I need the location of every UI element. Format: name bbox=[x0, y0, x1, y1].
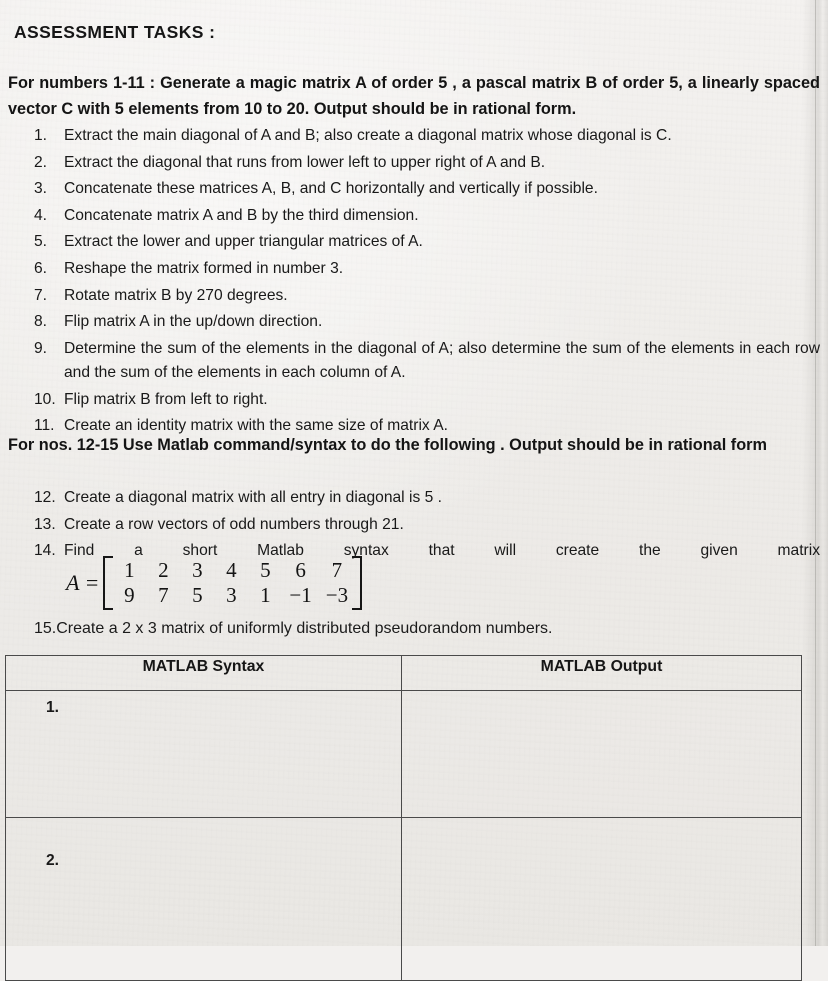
list-item: 13. Create a row vectors of odd numbers … bbox=[34, 513, 820, 537]
matrix-cell: −1 bbox=[289, 583, 312, 607]
list-item: 15. Create a 2 x 3 matrix of uniformly d… bbox=[34, 620, 820, 638]
page-title: ASSESSMENT TASKS : bbox=[14, 22, 216, 42]
matrix-row: 1 2 3 4 5 6 7 bbox=[112, 558, 355, 583]
task-number: 3. bbox=[34, 180, 48, 198]
task-text: Extract the diagonal that runs from lowe… bbox=[64, 153, 546, 171]
task-number: 7. bbox=[34, 286, 48, 304]
task-text: Create a row vectors of odd numbers thro… bbox=[64, 515, 404, 533]
task-text: Reshape the matrix formed in number 3. bbox=[64, 259, 344, 277]
task-number: 14. bbox=[34, 542, 56, 560]
matrix-cell: 3 bbox=[192, 558, 203, 582]
task-text: Extract the main diagonal of A and B; al… bbox=[64, 127, 672, 144]
matrix-cell: 2 bbox=[158, 558, 169, 582]
task-text: Flip matrix A in the up/down direction. bbox=[64, 313, 323, 331]
task-text: Concatenate these matrices A, B, and C h… bbox=[64, 180, 598, 198]
intro-paragraph-2: For nos. 12-15 Use Matlab command/syntax… bbox=[8, 436, 767, 454]
list-item: 3. Concatenate these matrices A, B, and … bbox=[34, 177, 820, 201]
task-text: Extract the lower and upper triangular m… bbox=[64, 233, 423, 251]
matrix-cell: 9 bbox=[124, 583, 135, 607]
answer-table-body: 1. 2. bbox=[5, 690, 802, 981]
task-text: Rotate matrix B by 270 degrees. bbox=[64, 286, 288, 304]
list-item: 5. Extract the lower and upper triangula… bbox=[34, 230, 820, 254]
answer-syntax-cell-2[interactable]: 2. bbox=[5, 817, 402, 981]
row-label: 2. bbox=[46, 852, 60, 869]
matrix-cell: 4 bbox=[226, 558, 237, 582]
matrix-cell: 6 bbox=[295, 558, 306, 582]
list-item: 9. Determine the sum of the elements in … bbox=[34, 337, 820, 385]
task-list-group-2: 12. Create a diagonal matrix with all en… bbox=[34, 486, 820, 566]
task-number: 6. bbox=[34, 259, 48, 277]
task-15-wrapper: 15. Create a 2 x 3 matrix of uniformly d… bbox=[34, 620, 820, 638]
list-item: 12. Create a diagonal matrix with all en… bbox=[34, 486, 820, 510]
table-header-row: MATLAB Syntax MATLAB Output bbox=[5, 655, 802, 691]
column-header-matlab-output: MATLAB Output bbox=[401, 655, 802, 691]
task-number: 9. bbox=[34, 339, 48, 357]
matrix-cell: 5 bbox=[260, 558, 271, 582]
list-item: 4. Concatenate matrix A and B by the thi… bbox=[34, 204, 820, 228]
table-row: 1. bbox=[5, 690, 802, 818]
matrix-row: 9 7 5 3 1 −1 −3 bbox=[112, 583, 355, 608]
row-label: 1. bbox=[46, 699, 60, 716]
matrix-a-display: A = 1 2 3 4 5 6 7 9 7 5 3 1 −1 −3 bbox=[66, 556, 362, 610]
matrix-brackets: 1 2 3 4 5 6 7 9 7 5 3 1 −1 −3 bbox=[103, 556, 362, 610]
column-header-matlab-syntax: MATLAB Syntax bbox=[5, 655, 402, 691]
task-number: 1. bbox=[34, 127, 48, 144]
table-row: 2. bbox=[5, 817, 802, 981]
task-number: 15. bbox=[34, 620, 57, 637]
list-item: 1. Extract the main diagonal of A and B;… bbox=[34, 124, 820, 148]
matrix-cell: 1 bbox=[124, 558, 135, 582]
matrix-cell: 5 bbox=[192, 583, 203, 607]
task-number: 12. bbox=[34, 489, 56, 506]
answer-output-cell-2[interactable] bbox=[401, 817, 802, 981]
intro-paragraph-1: For numbers 1-11 : Generate a magic matr… bbox=[8, 74, 820, 118]
task-text: Flip matrix B from left to right. bbox=[64, 390, 268, 408]
list-item: 10. Flip matrix B from left to right. bbox=[34, 388, 820, 412]
task-number: 10. bbox=[34, 390, 56, 408]
list-item: 2. Extract the diagonal that runs from l… bbox=[34, 151, 820, 175]
task-number: 2. bbox=[34, 153, 48, 171]
task-number: 4. bbox=[34, 206, 48, 224]
list-item: 6. Reshape the matrix formed in number 3… bbox=[34, 257, 820, 281]
matrix-grid: 1 2 3 4 5 6 7 9 7 5 3 1 −1 −3 bbox=[112, 558, 355, 608]
matrix-cell: 3 bbox=[226, 583, 237, 607]
answer-output-cell-1[interactable] bbox=[401, 690, 802, 818]
answer-table-head: MATLAB Syntax MATLAB Output bbox=[5, 655, 802, 691]
task-list-group-1: 1. Extract the main diagonal of A and B;… bbox=[34, 124, 820, 441]
task-text: Create a diagonal matrix with all entry … bbox=[64, 489, 442, 506]
task-number: 8. bbox=[34, 313, 48, 331]
matrix-cell: 7 bbox=[331, 558, 343, 582]
task-number: 5. bbox=[34, 233, 48, 251]
task-text: Concatenate matrix A and B by the third … bbox=[64, 206, 419, 224]
matrix-cell: 7 bbox=[158, 583, 169, 607]
task-number: 13. bbox=[34, 515, 56, 533]
list-item: 8. Flip matrix A in the up/down directio… bbox=[34, 310, 820, 334]
matrix-cell: −3 bbox=[325, 583, 349, 607]
list-item: 7. Rotate matrix B by 270 degrees. bbox=[34, 284, 820, 308]
answer-table: MATLAB Syntax MATLAB Output 1. 2. bbox=[5, 655, 802, 981]
task-text: Create a 2 x 3 matrix of uniformly distr… bbox=[56, 620, 553, 637]
matrix-cell: 1 bbox=[260, 583, 271, 607]
matrix-label: A = bbox=[66, 570, 100, 595]
answer-syntax-cell-1[interactable]: 1. bbox=[5, 690, 402, 818]
task-text: Determine the sum of the elements in the… bbox=[64, 339, 820, 381]
